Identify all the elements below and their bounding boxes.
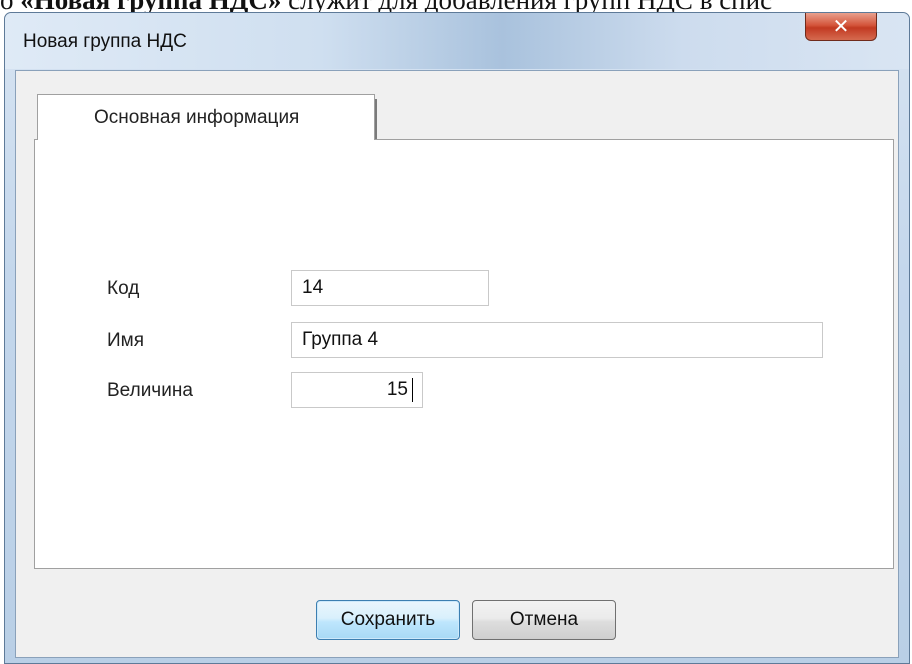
dialog-client-area: Основная информация Код Имя Величина Сох… [15, 70, 899, 658]
amount-field[interactable] [291, 372, 423, 408]
amount-label: Величина [107, 380, 193, 401]
dialog-window: Новая группа НДС ✕ Основная информация К… [4, 12, 910, 664]
cancel-button[interactable]: Отмена [472, 600, 616, 640]
save-button[interactable]: Сохранить [316, 600, 460, 640]
close-icon: ✕ [832, 16, 850, 38]
window-title: Новая группа НДС [23, 31, 187, 52]
title-bar[interactable]: Новая группа НДС ✕ [5, 13, 909, 69]
name-label: Имя [107, 330, 145, 351]
tab-main-info[interactable]: Основная информация [37, 94, 375, 140]
tab-main-info-label: Основная информация [94, 107, 300, 128]
code-label: Код [107, 278, 140, 299]
code-field[interactable] [291, 270, 489, 306]
tab-panel: Код Имя Величина [34, 139, 894, 569]
close-button[interactable]: ✕ [805, 13, 877, 41]
text-caret [412, 378, 413, 402]
name-field[interactable] [291, 322, 823, 358]
